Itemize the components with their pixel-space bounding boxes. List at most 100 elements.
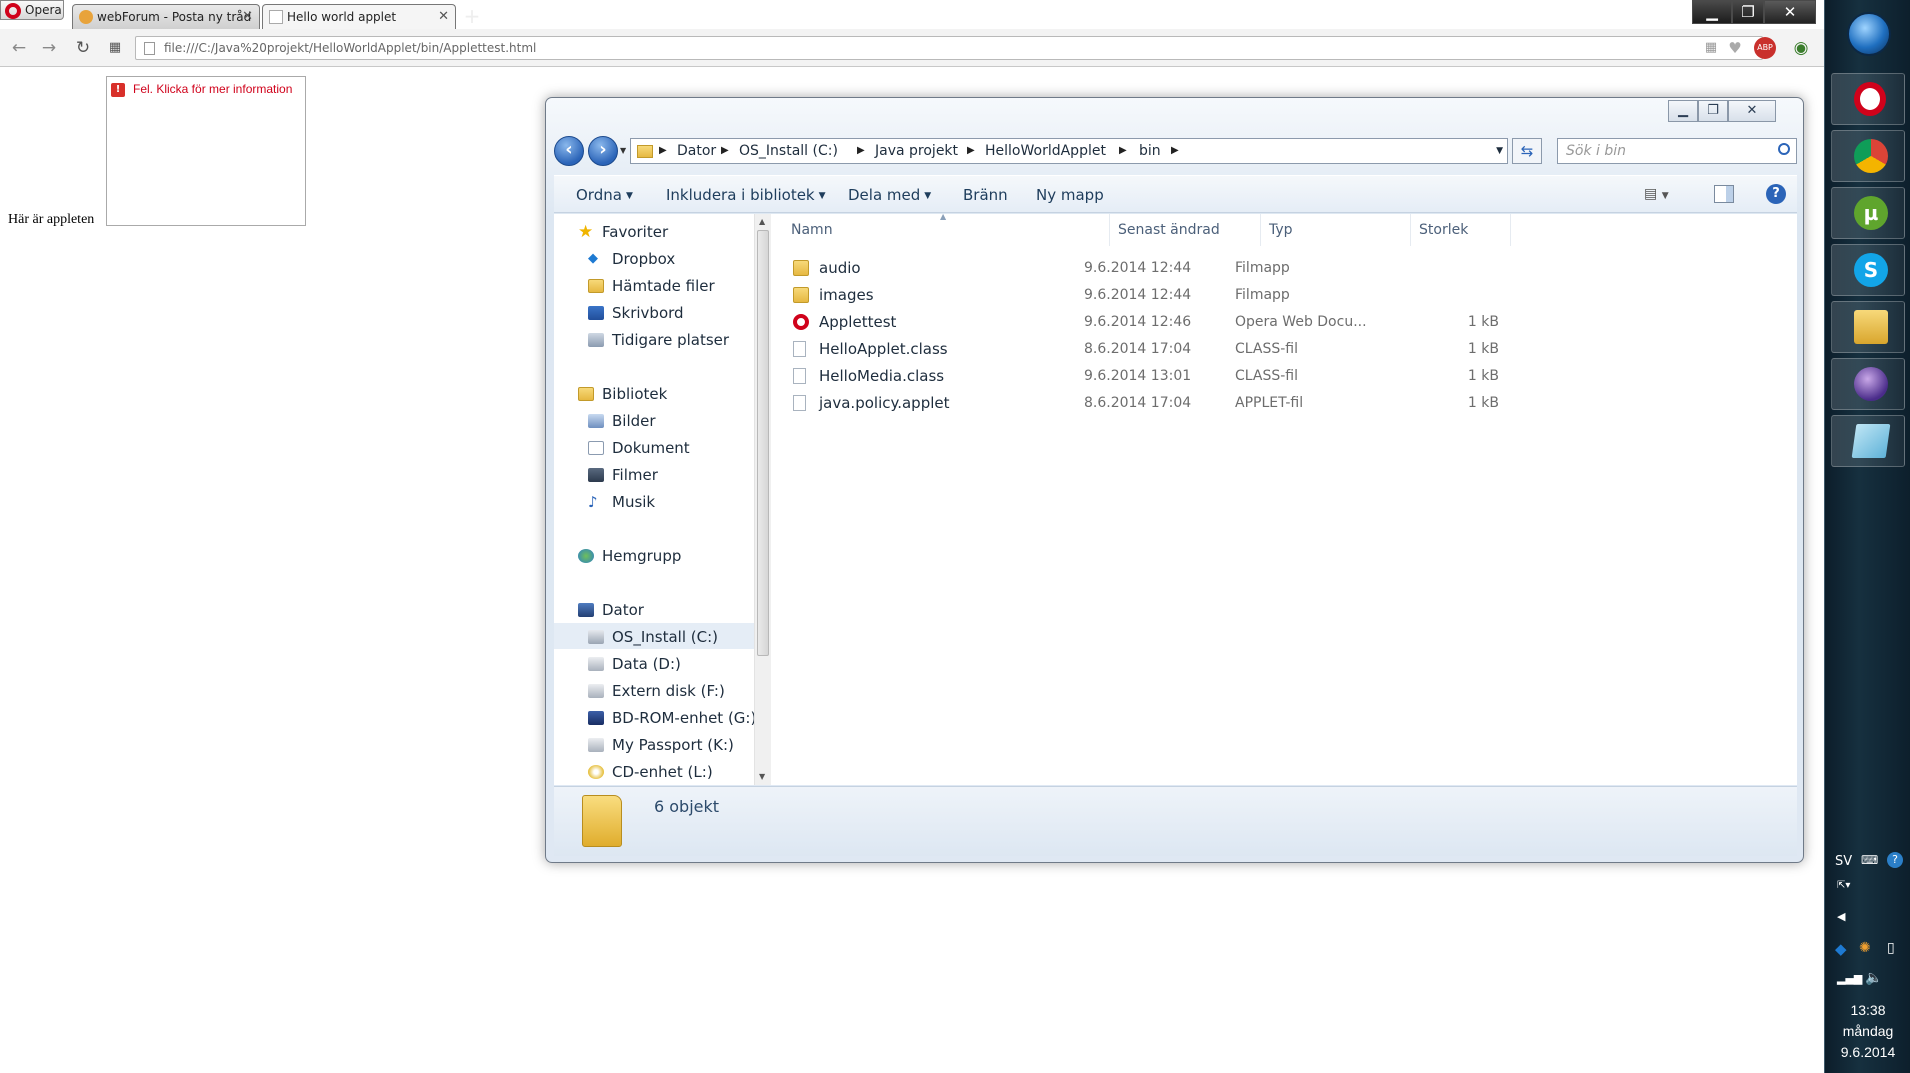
breadcrumb-item[interactable]: Java projekt (875, 139, 958, 163)
taskbar-explorer[interactable] (1831, 301, 1905, 353)
file-row[interactable]: HelloMedia.class 9.6.2014 13:01 CLASS-fi… (779, 363, 1499, 389)
new-folder-button[interactable]: Ny mapp (1036, 186, 1104, 204)
file-row[interactable]: Applettest 9.6.2014 12:46 Opera Web Docu… (779, 309, 1499, 335)
reload-icon[interactable]: ↻ (72, 39, 94, 57)
browser-minimize-button[interactable]: ▁ (1692, 0, 1732, 24)
nav-item-drive-l[interactable]: CD-enhet (L:) (588, 760, 713, 784)
speed-dial-grid-icon[interactable]: ▦ (104, 39, 126, 57)
language-indicator[interactable]: SV (1835, 854, 1852, 869)
dropbox-icon[interactable]: ◆ (1835, 940, 1847, 958)
forward-arrow-icon[interactable]: → (38, 39, 60, 57)
chevron-right-icon[interactable]: ▶ (967, 139, 975, 163)
breadcrumb-item[interactable]: bin (1139, 139, 1161, 163)
bookmark-heart-icon[interactable]: ♥ (1724, 39, 1746, 57)
file-row[interactable]: images 9.6.2014 12:44 Filmapp (779, 282, 1499, 308)
back-arrow-icon[interactable]: ← (8, 39, 30, 57)
scroll-up-icon[interactable]: ▲ (759, 217, 765, 226)
nav-item-drive-d[interactable]: Data (D:) (588, 652, 681, 676)
nav-homegroup[interactable]: Hemgrupp (578, 544, 681, 568)
preview-pane-icon[interactable] (1714, 185, 1734, 203)
explorer-restore-button[interactable]: ❐ (1698, 100, 1728, 122)
opera-menu-button[interactable]: Opera (0, 0, 64, 20)
address-dropdown-icon[interactable]: ▼ (1496, 139, 1503, 163)
nav-item-downloads[interactable]: Hämtade filer (588, 274, 715, 298)
column-header-name[interactable]: Namn (783, 214, 1110, 246)
show-hidden-icons-icon[interactable]: ◀ (1837, 910, 1845, 923)
column-header-type[interactable]: Typ (1261, 214, 1411, 246)
help-icon[interactable]: ? (1887, 852, 1903, 868)
speed-dial-icon[interactable]: ▦ (1700, 39, 1722, 57)
column-header-size[interactable]: Storlek (1411, 214, 1511, 246)
nav-computer[interactable]: Dator (578, 598, 644, 622)
nav-item-drive-f[interactable]: Extern disk (F:) (588, 679, 725, 703)
navigation-scrollbar[interactable]: ▲ ▼ (754, 214, 771, 785)
network-signal-icon[interactable]: ▂▄▆ (1837, 972, 1862, 985)
taskbar-skype[interactable]: S (1831, 244, 1905, 296)
chevron-right-icon[interactable]: ▶ (721, 139, 729, 163)
language-bar-icon[interactable]: ⇱▾ (1837, 880, 1850, 891)
scrollbar-thumb[interactable] (757, 230, 769, 656)
include-in-library-button[interactable]: Inkludera i bibliotek ▼ (666, 186, 826, 204)
search-input[interactable]: Sök i bin (1557, 138, 1797, 164)
java-applet-frame[interactable]: ! Fel. Klicka för mer information (106, 76, 306, 226)
nav-item-documents[interactable]: Dokument (588, 436, 690, 460)
system-clock[interactable]: 13:38 måndag 9.6.2014 (1825, 1000, 1910, 1063)
file-row[interactable]: HelloApplet.class 8.6.2014 17:04 CLASS-f… (779, 336, 1499, 362)
browser-restore-button[interactable]: ❐ (1732, 0, 1764, 24)
scroll-down-icon[interactable]: ▼ (759, 772, 765, 781)
help-icon[interactable]: ? (1766, 184, 1786, 204)
chevron-right-icon[interactable]: ▶ (1171, 139, 1179, 163)
browser-close-button[interactable]: ✕ (1764, 0, 1816, 24)
taskbar-opera[interactable] (1831, 73, 1905, 125)
column-header-date[interactable]: Senast ändrad (1110, 214, 1261, 246)
chevron-right-icon[interactable]: ▶ (857, 139, 865, 163)
chevron-right-icon[interactable]: ▶ (659, 139, 667, 163)
new-tab-button[interactable]: + (458, 6, 486, 28)
nav-favorites[interactable]: ★ Favoriter (578, 220, 668, 244)
address-bar[interactable]: file:///C:/Java%20projekt/HelloWorldAppl… (135, 36, 1763, 60)
breadcrumb[interactable]: ▶ Dator ▶ OS_Install (C:) ▶ Java projekt… (630, 138, 1508, 164)
change-view-icon[interactable]: ▤ ▼ (1644, 186, 1669, 202)
nav-item-dropbox[interactable]: ◆ Dropbox (588, 247, 675, 271)
organize-button[interactable]: Ordna ▼ (576, 186, 633, 204)
forward-button[interactable]: › (588, 136, 618, 166)
tab-hello-world-applet[interactable]: Hello world applet ✕ (262, 4, 456, 29)
nav-libraries[interactable]: Bibliotek (578, 382, 667, 406)
explorer-minimize-button[interactable]: ▁ (1668, 100, 1698, 122)
back-button[interactable]: ‹ (554, 136, 584, 166)
taskbar-notepad[interactable] (1831, 415, 1905, 467)
share-with-button[interactable]: Dela med ▼ (848, 186, 931, 204)
close-tab-icon[interactable]: ✕ (438, 6, 449, 28)
refresh-button[interactable]: ⇆ (1512, 138, 1542, 164)
java-update-icon[interactable]: ✺ (1859, 940, 1871, 956)
burn-button[interactable]: Bränn (963, 186, 1008, 204)
chevron-right-icon[interactable]: ▶ (1119, 139, 1127, 163)
keyboard-icon[interactable]: ⌨ (1861, 853, 1878, 867)
close-tab-icon[interactable]: ✕ (242, 6, 253, 28)
applet-error-message[interactable]: Fel. Klicka för mer information (133, 82, 292, 96)
nav-item-drive-k[interactable]: My Passport (K:) (588, 733, 734, 757)
file-row[interactable]: java.policy.applet 8.6.2014 17:04 APPLET… (779, 390, 1499, 416)
file-row[interactable]: audio 9.6.2014 12:44 Filmapp (779, 255, 1499, 281)
explorer-close-button[interactable]: ✕ (1728, 100, 1776, 122)
volume-icon[interactable]: 🔈 (1865, 970, 1882, 986)
nav-item-desktop[interactable]: Skrivbord (588, 301, 684, 325)
taskbar-eclipse[interactable] (1831, 358, 1905, 410)
battery-icon[interactable]: ▯ (1887, 940, 1895, 956)
nav-item-videos[interactable]: Filmer (588, 463, 658, 487)
recent-pages-dropdown-icon[interactable]: ▼ (620, 146, 626, 155)
breadcrumb-item[interactable]: HelloWorldApplet (985, 139, 1106, 163)
nav-item-music[interactable]: ♪ Musik (588, 490, 655, 514)
taskbar-chrome[interactable] (1831, 130, 1905, 182)
nav-item-drive-c[interactable]: OS_Install (C:) (588, 625, 718, 649)
taskbar-utorrent[interactable]: µ (1831, 187, 1905, 239)
tab-webforum[interactable]: webForum - Posta ny tråd ✕ (72, 4, 260, 29)
extension-icon[interactable]: ◉ (1790, 39, 1812, 57)
nav-item-recent-places[interactable]: Tidigare platser (588, 328, 729, 352)
adblock-plus-icon[interactable]: ABP (1754, 37, 1776, 59)
start-button[interactable] (1847, 12, 1891, 56)
breadcrumb-item[interactable]: Dator (677, 139, 716, 163)
nav-item-pictures[interactable]: Bilder (588, 409, 656, 433)
breadcrumb-item[interactable]: OS_Install (C:) (739, 139, 838, 163)
nav-item-drive-g[interactable]: BD-ROM-enhet (G:) N (588, 706, 754, 730)
